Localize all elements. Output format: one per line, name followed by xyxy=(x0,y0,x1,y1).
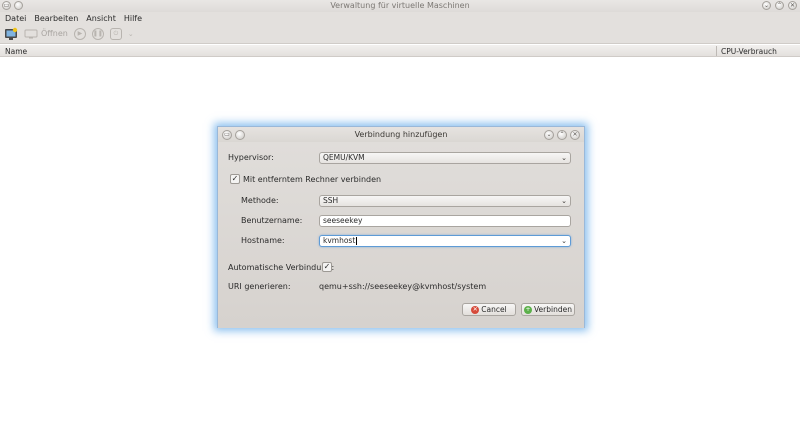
method-select[interactable]: SSH ⌄ xyxy=(319,195,571,207)
dialog-body: Hypervisor: QEMU/KVM ⌄ ✓ Mit entferntem … xyxy=(218,142,584,328)
remote-label: Mit entferntem Rechner verbinden xyxy=(243,175,382,184)
cancel-button[interactable]: ✕ Cancel xyxy=(462,303,516,316)
monitor-icon xyxy=(24,29,38,38)
username-field[interactable]: seeseekey xyxy=(319,215,571,227)
remote-checkbox[interactable]: ✓ xyxy=(230,174,240,184)
power-icon[interactable]: ⏻ xyxy=(109,27,122,40)
column-name[interactable]: Name xyxy=(5,47,27,56)
dialog-close-icon[interactable]: ✕ xyxy=(570,130,580,140)
hypervisor-label: Hypervisor: xyxy=(228,153,274,162)
menubar: Datei Bearbeiten Ansicht Hilfe xyxy=(0,12,800,24)
autoconnect-label: Automatische Verbindung: xyxy=(228,263,335,272)
maximize-icon[interactable]: ⌃ xyxy=(775,1,784,10)
new-vm-icon[interactable] xyxy=(4,27,18,41)
column-cpu-usage[interactable]: CPU-Verbrauch xyxy=(721,47,777,56)
window-titlebar: ▭ Verwaltung für virtuelle Maschinen ⌄ ⌃… xyxy=(0,0,800,12)
chevron-down-icon: ⌄ xyxy=(561,154,567,162)
username-value: seeseekey xyxy=(323,216,363,225)
close-icon[interactable]: ✕ xyxy=(788,1,797,10)
cancel-icon: ✕ xyxy=(471,305,480,314)
uri-value: qemu+ssh://seeseekey@kvmhost/system xyxy=(319,282,487,291)
connect-label: Verbinden xyxy=(534,305,572,314)
menu-datei[interactable]: Datei xyxy=(5,14,26,23)
uri-label: URI generieren: xyxy=(228,282,291,291)
dialog-title: Verbindung hinzufügen xyxy=(354,130,448,139)
open-label: Öffnen xyxy=(41,29,68,38)
menu-ansicht[interactable]: Ansicht xyxy=(86,14,116,23)
username-label: Benutzername: xyxy=(241,216,303,225)
dialog-titlebar: ▭ Verbindung hinzufügen ⌄ ⌃ ✕ xyxy=(218,127,584,142)
hostname-value: kvmhost xyxy=(323,236,356,245)
autoconnect-checkbox[interactable]: ✓ xyxy=(322,262,332,272)
play-icon[interactable]: ▶ xyxy=(73,27,86,40)
toolbar: Öffnen ▶ ❚❚ ⏻ ⌄ xyxy=(0,24,800,44)
dialog-minimize-icon[interactable]: ⌄ xyxy=(544,130,554,140)
chevron-down-icon[interactable]: ⌄ xyxy=(128,30,134,38)
menu-hilfe[interactable]: Hilfe xyxy=(124,14,142,23)
chevron-down-icon: ⌄ xyxy=(561,197,567,205)
column-separator xyxy=(716,46,717,56)
method-label: Methode: xyxy=(241,196,279,205)
dialog-maximize-icon[interactable]: ⌃ xyxy=(557,130,567,140)
add-connection-dialog: ▭ Verbindung hinzufügen ⌄ ⌃ ✕ Hypervisor… xyxy=(217,126,585,328)
method-value: SSH xyxy=(323,196,339,205)
hypervisor-select[interactable]: QEMU/KVM ⌄ xyxy=(319,152,571,164)
connect-button[interactable]: + Verbinden xyxy=(521,303,575,316)
text-caret xyxy=(356,237,358,245)
vm-list-header: Name CPU-Verbrauch xyxy=(0,45,800,57)
chevron-down-icon[interactable]: ⌄ xyxy=(561,236,567,246)
hostname-label: Hostname: xyxy=(241,236,285,245)
hypervisor-value: QEMU/KVM xyxy=(323,153,365,162)
pause-icon[interactable]: ❚❚ xyxy=(91,27,104,40)
open-button[interactable]: Öffnen xyxy=(24,29,68,39)
hostname-field[interactable]: kvmhost ⌄ xyxy=(319,235,571,247)
window-title: Verwaltung für virtuelle Maschinen xyxy=(330,1,470,10)
connect-icon: + xyxy=(524,305,532,314)
menu-bearbeiten[interactable]: Bearbeiten xyxy=(34,14,78,23)
cancel-label: Cancel xyxy=(481,305,507,314)
minimize-icon[interactable]: ⌄ xyxy=(762,1,771,10)
